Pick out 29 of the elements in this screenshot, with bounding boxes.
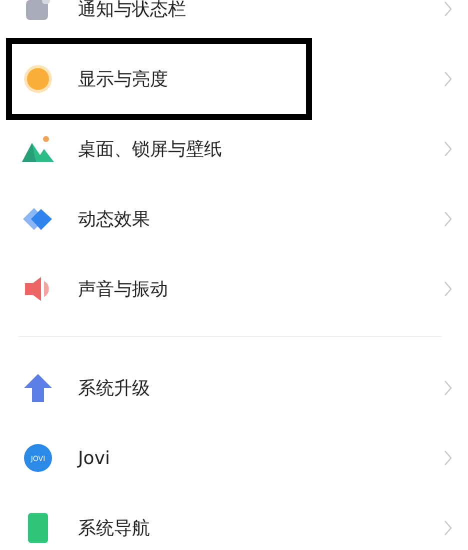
diamonds-icon	[22, 206, 54, 232]
chevron-icon	[444, 71, 452, 87]
settings-item[interactable]: 系统导航	[0, 493, 468, 550]
notification-icon	[24, 0, 52, 22]
chevron-icon	[444, 520, 452, 536]
arrow-up-icon	[23, 373, 53, 403]
sun-icon	[23, 64, 53, 94]
settings-item[interactable]: 桌面、锁屏与壁纸	[0, 114, 468, 184]
chevron-icon	[444, 1, 452, 17]
settings-label: 动态效果	[78, 208, 151, 231]
settings-item[interactable]: 系统升级	[0, 353, 468, 423]
settings-item[interactable]: 动态效果	[0, 184, 468, 254]
settings-label: 显示与亮度	[78, 68, 169, 91]
mountain-icon	[22, 135, 54, 163]
settings-label: 桌面、锁屏与壁纸	[78, 138, 223, 161]
chevron-icon	[444, 141, 452, 157]
navigation-icon	[27, 513, 49, 543]
settings-label: 系统导航	[78, 517, 151, 540]
chevron-icon	[444, 450, 452, 466]
settings-item[interactable]: 声音与振动	[0, 254, 468, 324]
settings-item[interactable]: 显示与亮度	[0, 44, 468, 114]
settings-label: 系统升级	[78, 377, 151, 400]
settings-label: 声音与振动	[78, 278, 169, 301]
settings-label: Jovi	[78, 448, 111, 468]
settings-item[interactable]: 通知与状态栏	[0, 0, 468, 44]
chevron-icon	[444, 281, 452, 297]
chevron-icon	[444, 211, 452, 227]
settings-label: 通知与状态栏	[78, 0, 187, 21]
chevron-icon	[444, 380, 452, 396]
